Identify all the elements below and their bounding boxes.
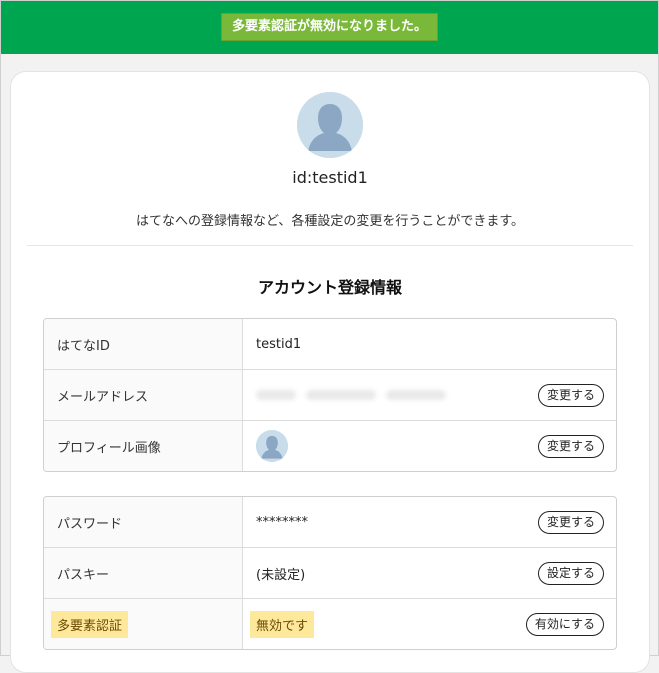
email-value-redacted — [256, 390, 446, 400]
row-label: パスワード — [44, 497, 243, 547]
passkey-value: (未設定) — [256, 567, 306, 583]
row-value-cell: (未設定) 設定する — [243, 548, 616, 598]
change-email-button[interactable]: 変更する — [537, 383, 604, 407]
mfa-label: 多要素認証 — [51, 610, 129, 638]
password-value: ******** — [256, 514, 308, 530]
user-id: id:testid1 — [292, 168, 368, 187]
table-row-passkey: パスキー (未設定) 設定する — [44, 548, 616, 599]
section-title: アカウント登録情報 — [257, 278, 402, 297]
mfa-status-value: 無効です — [250, 610, 315, 638]
setup-passkey-button[interactable]: 設定する — [537, 561, 604, 585]
row-label: パスキー — [44, 548, 243, 598]
table-row-mfa: 多要素認証 無効です 有効にする — [44, 599, 616, 649]
hatena-id-value: testid1 — [256, 336, 302, 352]
banner-message: 多要素認証が無効になりました。 — [220, 13, 438, 41]
row-value-cell: testid1 — [243, 319, 616, 369]
enable-mfa-button[interactable]: 有効にする — [525, 612, 604, 636]
row-value-cell: 無効です 有効にする — [243, 599, 616, 649]
security-table: パスワード ******** 変更する パスキー (未設定) 設定する 多要素認… — [43, 496, 617, 650]
change-password-button[interactable]: 変更する — [537, 510, 604, 534]
table-row-hatena-id: はてなID testid1 — [44, 319, 616, 370]
table-row-profile-image: プロフィール画像 変更する — [44, 421, 616, 471]
account-info-table: はてなID testid1 メールアドレス 変更する プロフィール画像 変更する — [43, 318, 617, 472]
page-description: はてなへの登録情報など、各種設定の変更を行うことができます。 — [135, 214, 525, 229]
row-label: メールアドレス — [44, 370, 243, 420]
row-value-cell: ******** 変更する — [243, 497, 616, 547]
profile-image-icon — [256, 430, 288, 462]
settings-card: id:testid1 はてなへの登録情報など、各種設定の変更を行うことができます… — [10, 71, 650, 673]
change-profile-image-button[interactable]: 変更する — [537, 434, 604, 458]
table-row-password: パスワード ******** 変更する — [44, 497, 616, 548]
row-label: はてなID — [44, 319, 243, 369]
user-avatar-icon — [297, 92, 363, 158]
row-label: プロフィール画像 — [44, 421, 243, 471]
divider — [27, 245, 633, 246]
row-value-cell: 変更する — [243, 370, 616, 420]
table-row-email: メールアドレス 変更する — [44, 370, 616, 421]
row-value-cell: 変更する — [243, 421, 616, 471]
row-label: 多要素認証 — [44, 599, 243, 649]
notification-banner: 多要素認証が無効になりました。 — [1, 1, 658, 54]
